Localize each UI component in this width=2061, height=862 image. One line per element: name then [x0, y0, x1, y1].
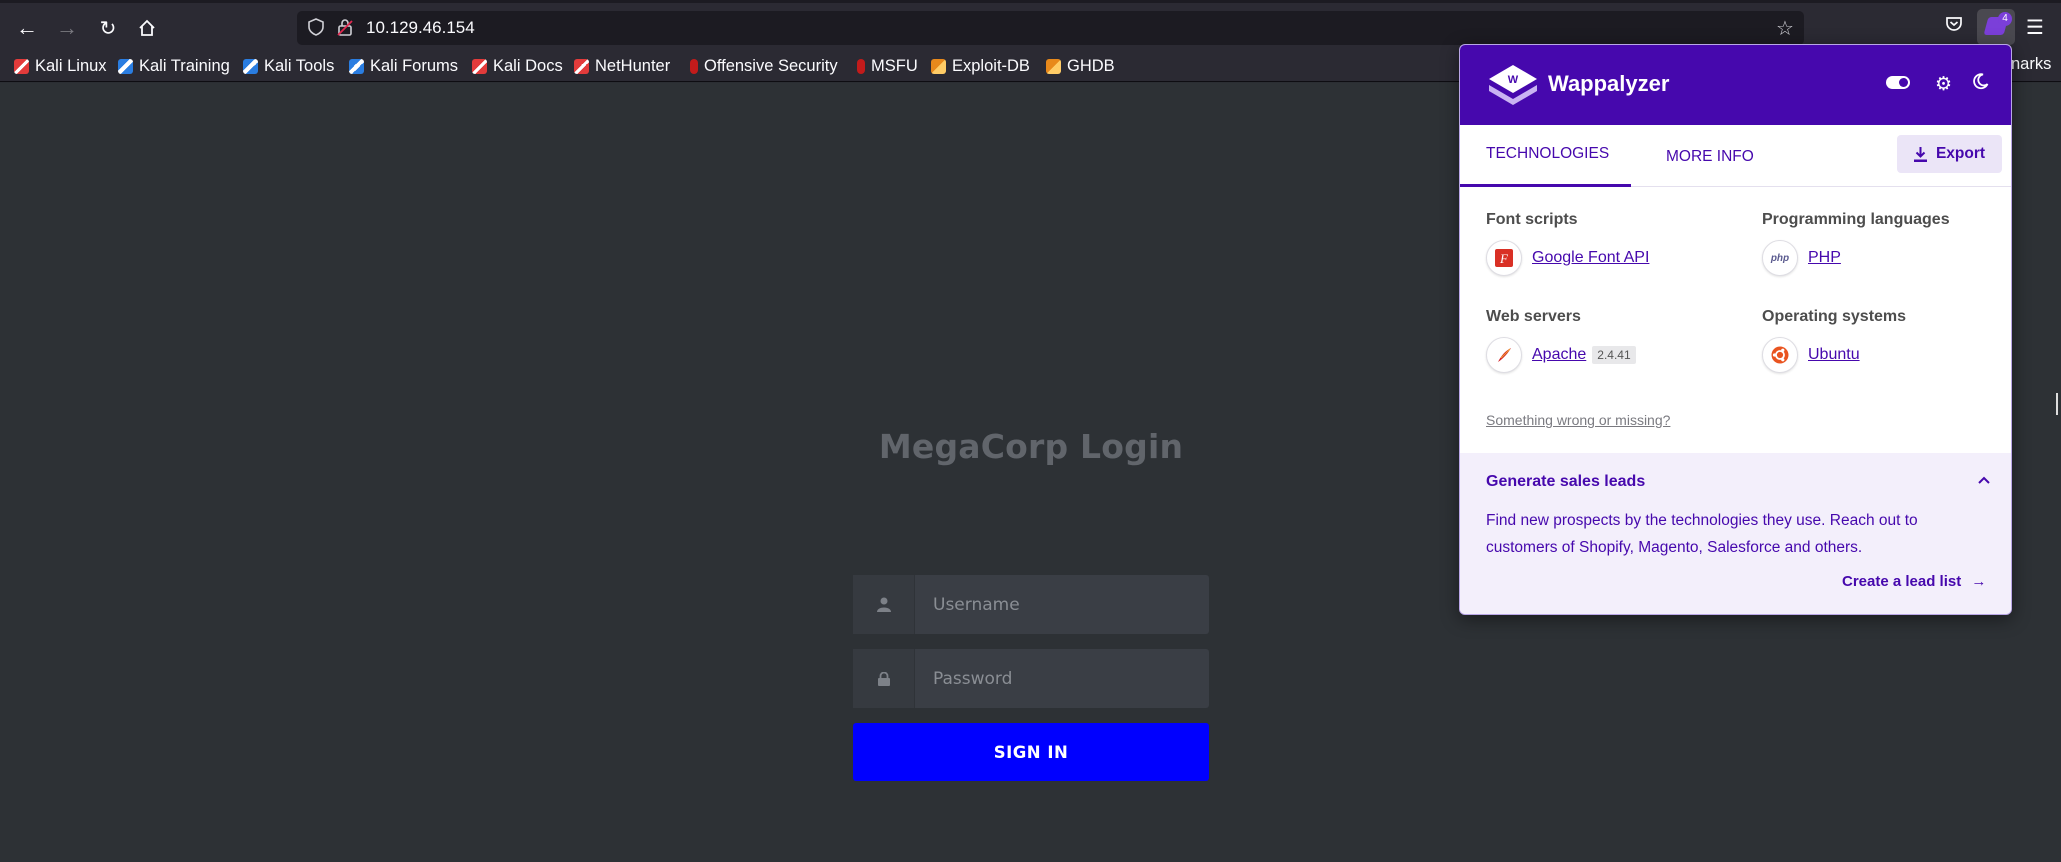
tech-link[interactable]: Ubuntu — [1808, 346, 1860, 364]
wappalyzer-title: Wappalyzer — [1548, 71, 1670, 96]
bookmark-kali-linux[interactable]: Kali Linux — [14, 55, 107, 77]
offsec-icon — [690, 58, 698, 74]
arrow-right-icon: → — [1971, 573, 1987, 590]
google-font-icon: F — [1486, 240, 1522, 276]
password-field-group — [853, 649, 1209, 708]
leads-title: Generate sales leads — [1486, 473, 1646, 490]
tab-more-info[interactable]: MORE INFO — [1657, 128, 1763, 190]
bookmark-kali-forums[interactable]: Kali Forums — [349, 55, 458, 77]
msfu-icon — [857, 58, 865, 74]
kali-forums-icon — [349, 58, 364, 74]
bookmark-kali-docs[interactable]: Kali Docs — [472, 55, 563, 77]
lock-icon — [853, 649, 915, 708]
something-wrong-link[interactable]: Something wrong or missing? — [1486, 412, 1670, 428]
wappalyzer-popup: W Wappalyzer ⚙ TECHNOLOGIES MORE INFO Ex… — [1459, 44, 2012, 615]
sales-leads-panel: Generate sales leads Find new prospects … — [1460, 453, 2011, 614]
bookmark-exploit-db[interactable]: Exploit-DB — [931, 55, 1030, 77]
other-bookmarks[interactable]: narks — [2011, 55, 2051, 74]
category-web-servers: Web servers — [1486, 308, 1581, 325]
shield-icon[interactable] — [308, 18, 324, 41]
wappalyzer-header: W Wappalyzer ⚙ — [1460, 45, 2011, 125]
export-button[interactable]: Export — [1897, 135, 2002, 173]
text-cursor-icon — [2056, 393, 2060, 415]
tech-link[interactable]: PHP — [1808, 249, 1841, 267]
tech-link[interactable]: Google Font API — [1532, 249, 1649, 267]
tech-ubuntu[interactable]: Ubuntu — [1762, 337, 1860, 373]
bookmark-offensive-security[interactable]: Offensive Security — [690, 55, 838, 77]
extension-badge: 4 — [1998, 12, 2012, 26]
tab-technologies[interactable]: TECHNOLOGIES — [1460, 125, 1631, 187]
tech-php[interactable]: php PHP — [1762, 240, 1841, 276]
bookmark-nethunter[interactable]: NetHunter — [574, 55, 670, 77]
password-input[interactable] — [915, 649, 1209, 708]
wappalyzer-logo-icon: W — [1489, 65, 1537, 105]
category-programming-languages: Programming languages — [1762, 211, 1950, 228]
ghdb-icon — [1046, 58, 1061, 74]
bookmark-kali-tools[interactable]: Kali Tools — [243, 55, 334, 77]
download-icon — [1913, 146, 1927, 162]
login-title: MegaCorp Login — [878, 427, 1184, 466]
dark-mode-moon-icon[interactable] — [1972, 73, 1989, 96]
hamburger-menu-icon[interactable]: ☰ — [2026, 15, 2044, 40]
create-lead-list-link[interactable]: Create a lead list → — [1842, 573, 1986, 590]
leads-description: Find new prospects by the technologies t… — [1486, 512, 1918, 556]
category-operating-systems: Operating systems — [1762, 308, 1907, 325]
kali-tools-icon — [243, 58, 258, 74]
home-icon[interactable] — [133, 14, 161, 42]
bookmark-star-icon[interactable]: ☆ — [1776, 16, 1794, 41]
bookmark-ghdb[interactable]: GHDB — [1046, 55, 1115, 77]
forward-icon[interactable]: → — [53, 14, 81, 42]
nethunter-icon — [574, 58, 589, 74]
sign-in-button[interactable]: SIGN IN — [853, 723, 1209, 781]
tech-link[interactable]: Apache — [1532, 346, 1586, 364]
tech-apache[interactable]: Apache 2.4.41 — [1486, 337, 1636, 373]
user-icon — [853, 575, 915, 634]
username-input[interactable] — [915, 575, 1209, 634]
export-label: Export — [1935, 145, 1986, 162]
url-text: 10.129.46.154 — [366, 18, 475, 37]
svg-text:F: F — [1499, 251, 1509, 266]
bookmark-msfu[interactable]: MSFU — [857, 55, 918, 77]
version-badge: 2.4.41 — [1592, 346, 1636, 364]
browser-toolbar: ← → ↻ 10.129.46.154 ☆ 4 ☰ — [0, 0, 2061, 50]
bookmark-kali-training[interactable]: Kali Training — [118, 55, 230, 77]
kali-docs-icon — [472, 58, 487, 74]
category-font-scripts: Font scripts — [1486, 211, 1578, 228]
back-icon[interactable]: ← — [13, 14, 41, 42]
ubuntu-icon — [1762, 337, 1798, 373]
kali-training-icon — [118, 58, 133, 74]
pocket-icon[interactable] — [1945, 15, 1963, 39]
svg-text:W: W — [1508, 74, 1519, 86]
reload-icon[interactable]: ↻ — [94, 14, 122, 42]
exploit-db-icon — [931, 58, 946, 74]
gear-icon[interactable]: ⚙ — [1935, 73, 1952, 96]
url-bar[interactable]: 10.129.46.154 ☆ — [297, 11, 1804, 45]
apache-feather-icon — [1486, 337, 1522, 373]
insecure-lock-icon[interactable] — [337, 18, 353, 41]
enable-toggle-icon[interactable] — [1886, 76, 1910, 89]
tech-google-font-api[interactable]: F Google Font API — [1486, 240, 1649, 276]
chevron-up-icon[interactable] — [1978, 471, 1990, 489]
username-field-group — [853, 575, 1209, 634]
kali-dragon-icon — [14, 58, 29, 74]
php-icon: php — [1762, 240, 1798, 276]
wappalyzer-extension-button[interactable]: 4 — [1977, 9, 2015, 45]
